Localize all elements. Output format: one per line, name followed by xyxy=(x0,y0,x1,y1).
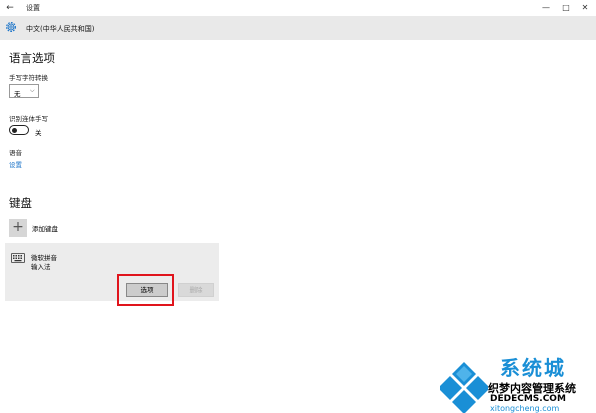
delete-button: 删除 xyxy=(178,283,214,297)
language-options-heading: 语言选项 xyxy=(9,51,55,65)
handwriting-select-value: 无 xyxy=(14,90,21,98)
window-title: 设置 xyxy=(26,4,40,12)
windows-logo-icon xyxy=(440,362,488,413)
maximize-button[interactable]: □ xyxy=(559,1,573,15)
page-header: 中文(中华人民共和国) xyxy=(0,16,596,40)
add-keyboard-button[interactable]: + xyxy=(9,219,27,237)
keyboard-heading: 键盘 xyxy=(9,196,32,210)
watermark-brand: 系统城 xyxy=(500,356,566,380)
page-title: 中文(中华人民共和国) xyxy=(26,25,95,33)
options-highlight-box xyxy=(117,274,174,306)
minimize-button[interactable]: — xyxy=(539,1,553,15)
toggle-knob xyxy=(12,127,17,133)
keyboard-item[interactable]: 微软拼音 输入法 选项 删除 xyxy=(5,243,219,301)
chevron-down-icon: ⌵ xyxy=(30,87,35,94)
speech-settings-link[interactable]: 设置 xyxy=(9,159,22,169)
gear-icon xyxy=(6,22,16,32)
cursive-toggle-state: 关 xyxy=(35,129,42,137)
close-button[interactable]: ✕ xyxy=(578,1,592,15)
handwriting-label: 手写字符转换 xyxy=(9,74,48,82)
cursive-label: 识别连体手写 xyxy=(9,115,48,123)
handwriting-select[interactable]: 无 ⌵ xyxy=(9,84,39,98)
back-arrow-icon[interactable]: ← xyxy=(4,1,16,15)
keyboard-icon xyxy=(11,253,25,263)
speech-label: 语音 xyxy=(9,149,22,157)
cursive-toggle[interactable] xyxy=(9,125,29,135)
watermark-line3: DEDECMS.COM xyxy=(490,394,566,404)
title-bar: ← 设置 — □ ✕ xyxy=(0,0,596,16)
add-keyboard-label[interactable]: 添加键盘 xyxy=(32,223,58,233)
plus-icon: + xyxy=(12,219,24,235)
keyboard-item-type: 输入法 xyxy=(31,263,51,271)
watermark: 系统城 织梦内容管理系统 DEDECMS.COM xitongcheng.com xyxy=(440,352,596,413)
watermark-line4: xitongcheng.com xyxy=(490,404,560,413)
